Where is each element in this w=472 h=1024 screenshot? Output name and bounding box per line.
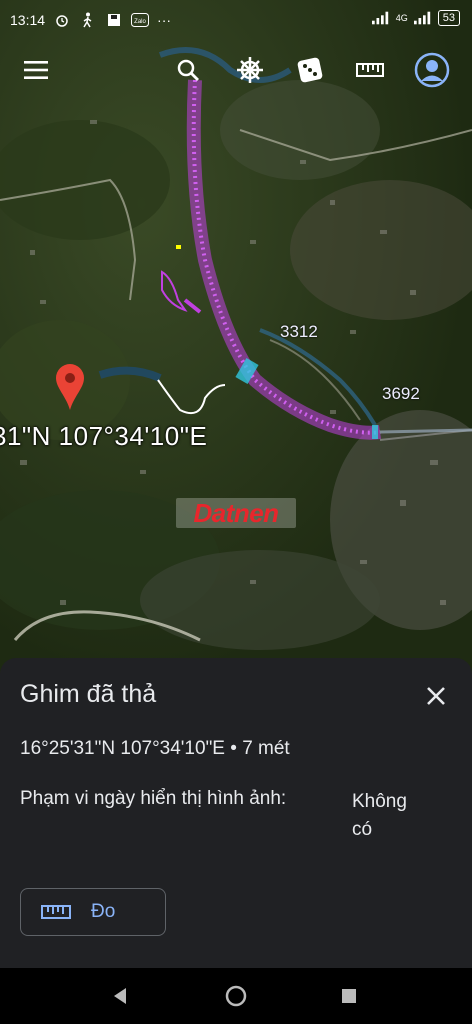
close-button[interactable] <box>424 684 448 708</box>
pin-coordinates: 16°25'31"N 107°34'10"E • 7 mét <box>20 738 290 759</box>
imagery-date-label: Phạm vi ngày hiển thị hình ảnh: <box>20 788 287 809</box>
ship-wheel-icon <box>237 57 263 83</box>
battery-icon: 53 <box>437 10 460 26</box>
alarm-icon <box>53 12 71 28</box>
search-icon <box>177 59 199 81</box>
road-label: 3312 <box>280 322 318 341</box>
feeling-lucky-button[interactable] <box>288 48 332 92</box>
close-icon <box>427 687 445 705</box>
ruler-icon <box>356 63 384 77</box>
measure-button-label: Đo <box>91 901 116 922</box>
status-bar: 13:14 Zalo ··· 4G 53 <box>0 0 472 40</box>
recents-icon <box>342 989 356 1003</box>
zalo-icon: Zalo <box>131 12 150 28</box>
menu-button[interactable] <box>14 48 58 92</box>
save-icon <box>105 12 123 28</box>
search-button[interactable] <box>166 48 210 92</box>
back-button[interactable] <box>106 982 134 1010</box>
measure-button[interactable]: Đo <box>20 888 166 936</box>
sheet-title: Ghim đã thả <box>20 680 157 708</box>
account-button[interactable] <box>410 48 454 92</box>
status-time: 13:14 <box>10 12 46 28</box>
recents-button[interactable] <box>335 982 363 1010</box>
network-type: 4G <box>395 13 408 23</box>
svg-text:Zalo: Zalo <box>134 19 146 25</box>
watermark: Datnen <box>176 498 296 528</box>
ruler-icon <box>41 905 71 919</box>
imagery-date-value: Không có <box>352 791 407 840</box>
watermark-text: Datnen <box>193 497 279 528</box>
road-label: 3692 <box>382 384 420 403</box>
battery-level: 53 <box>442 12 455 24</box>
menu-icon <box>24 61 48 79</box>
account-icon <box>414 52 450 88</box>
dropped-pin-sheet: Ghim đã thả 16°25'31"N 107°34'10"E • 7 m… <box>0 658 472 968</box>
signal-icon <box>413 10 432 26</box>
pin-coordinates-label: 31"N 107°34'10"E <box>0 421 208 451</box>
more-notifications: ··· <box>157 12 172 28</box>
system-nav-bar <box>0 968 472 1024</box>
dice-icon <box>297 57 323 83</box>
voyager-button[interactable] <box>228 48 272 92</box>
home-button[interactable] <box>222 982 250 1010</box>
walk-icon <box>79 12 97 28</box>
home-icon <box>225 985 247 1007</box>
map-toolbar <box>0 48 472 92</box>
signal-icon <box>371 10 390 26</box>
measure-toolbar-button[interactable] <box>348 48 392 92</box>
back-icon <box>114 988 126 1004</box>
satellite-map[interactable] <box>0 0 472 680</box>
